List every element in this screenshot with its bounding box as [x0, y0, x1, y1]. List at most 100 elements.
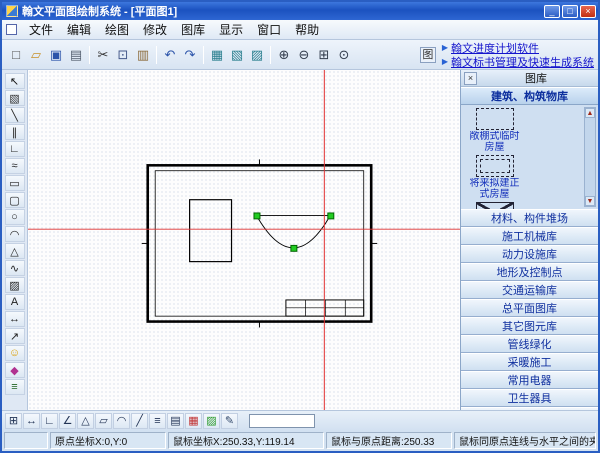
hatch-icon[interactable]: ▨	[5, 277, 25, 293]
library-item[interactable]: 将来拟建正式房屋	[465, 155, 524, 200]
frame-inner[interactable]	[155, 171, 364, 316]
library-category-button[interactable]: 常用电器	[461, 371, 598, 389]
link-bullet-icon: ▶	[442, 57, 448, 66]
rectangle-icon[interactable]: ▭	[5, 175, 25, 191]
save-icon[interactable]: ▣	[46, 45, 66, 64]
selection-handle[interactable]	[291, 245, 297, 251]
layers-icon[interactable]: ≡	[5, 379, 25, 395]
tile-horizontal-icon[interactable]: ▦	[207, 45, 227, 64]
menu-item[interactable]: 显示	[212, 20, 250, 39]
panel-toggle-icon[interactable]: ▱	[95, 413, 112, 429]
toolbar-separator	[203, 46, 204, 64]
osnap-icon[interactable]: △	[77, 413, 94, 429]
frame-outer[interactable]	[148, 165, 371, 321]
rounded-rect-icon[interactable]: ▢	[5, 192, 25, 208]
line-tool-icon[interactable]: ╱	[131, 413, 148, 429]
menu-item[interactable]: 图库	[174, 20, 212, 39]
new-icon[interactable]: □	[6, 45, 26, 64]
library-category-button[interactable]: 管线绿化	[461, 335, 598, 353]
scroll-up-icon[interactable]: ▲	[585, 108, 595, 118]
library-panel-title: 图库	[477, 70, 595, 86]
grid-snap-icon[interactable]: ⊞	[5, 413, 22, 429]
mark-green-icon[interactable]: ▨	[203, 413, 220, 429]
library-panel-toggle-button[interactable]: 图	[420, 47, 436, 63]
library-category-button[interactable]: 地形及控制点	[461, 263, 598, 281]
menu-item[interactable]: 修改	[136, 20, 174, 39]
library-categories: 材料、构件堆场施工机械库动力设施库地形及控制点交通运输库总平面图库其它图元库管线…	[461, 209, 598, 425]
menu-item[interactable]: 窗口	[250, 20, 288, 39]
pan-icon[interactable]: ↔	[23, 413, 40, 429]
cut-icon[interactable]: ✂	[93, 45, 113, 64]
paste-icon[interactable]: ▥	[133, 45, 153, 64]
figure-icon[interactable]: ☺	[5, 345, 25, 361]
library-category-button[interactable]: 材料、构件堆场	[461, 209, 598, 227]
selection-handle[interactable]	[254, 213, 260, 219]
library-category-button[interactable]: 交通运输库	[461, 281, 598, 299]
library-scrollbar[interactable]: ▲ ▼	[584, 107, 596, 207]
open-icon[interactable]: ▱	[26, 45, 46, 64]
coordinate-input[interactable]	[249, 414, 315, 428]
undo-icon[interactable]: ↶	[160, 45, 180, 64]
library-category-button[interactable]: 施工机械库	[461, 227, 598, 245]
tile-vertical-icon[interactable]: ▧	[227, 45, 247, 64]
spline-icon[interactable]: ∿	[5, 260, 25, 276]
library-category-button[interactable]: 其它图元库	[461, 317, 598, 335]
zoom-out-icon[interactable]: ⊖	[294, 45, 314, 64]
app-window: 翰文平面图绘制系统 - [平面图1] _ □ × 文件编辑绘图修改图库显示窗口帮…	[0, 0, 600, 453]
arc-shape[interactable]	[256, 215, 330, 247]
drawing-canvas[interactable]	[28, 70, 460, 410]
fill-color-icon[interactable]: ◆	[5, 362, 25, 378]
building-rect[interactable]	[190, 200, 232, 262]
ortho-icon[interactable]: ∟	[41, 413, 58, 429]
leader-icon[interactable]: ↗	[5, 328, 25, 344]
scroll-down-icon[interactable]: ▼	[585, 196, 595, 206]
library-panel: × 图库 建筑、构筑物库 敞棚式临时房屋将来拟建正式房屋密闭式临时房屋拟建正式房…	[460, 70, 598, 410]
restore-button[interactable]: □	[562, 5, 578, 18]
library-active-category[interactable]: 建筑、构筑物库	[461, 87, 598, 105]
zoom-extents-icon[interactable]: ⊙	[334, 45, 354, 64]
library-category-button[interactable]: 动力设施库	[461, 245, 598, 263]
menu-item[interactable]: 编辑	[60, 20, 98, 39]
polygon-icon[interactable]: △	[5, 243, 25, 259]
menu-item[interactable]: 绘图	[98, 20, 136, 39]
ellipse-icon[interactable]: ○	[5, 209, 25, 225]
library-item[interactable]: 敞棚式临时房屋	[465, 108, 524, 153]
library-category-button[interactable]: 总平面图库	[461, 299, 598, 317]
dimension-icon[interactable]: ↔	[5, 311, 25, 327]
line-icon[interactable]: ╲	[5, 107, 25, 123]
print-preview-icon[interactable]: ▤	[66, 45, 86, 64]
promo-link-row: ▶翰文标书管理及快速生成系统	[442, 55, 594, 68]
selection-handle[interactable]	[328, 213, 334, 219]
arc-tool-icon[interactable]: ◠	[113, 413, 130, 429]
table-view-icon[interactable]: ▤	[167, 413, 184, 429]
minimize-button[interactable]: _	[544, 5, 560, 18]
promo-link[interactable]: 翰文标书管理及快速生成系统	[451, 54, 594, 70]
panel-close-icon[interactable]: ×	[464, 72, 477, 85]
library-category-button[interactable]: 采暖施工	[461, 353, 598, 371]
menu-item[interactable]: 文件	[22, 20, 60, 39]
select-icon[interactable]: ↖	[5, 73, 25, 89]
cascade-windows-icon[interactable]: ▨	[247, 45, 267, 64]
close-button[interactable]: ×	[580, 5, 596, 18]
copy-icon[interactable]: ⊡	[113, 45, 133, 64]
zoom-in-icon[interactable]: ⊕	[274, 45, 294, 64]
menu-item[interactable]: 帮助	[288, 20, 326, 39]
list-view-icon[interactable]: ≡	[149, 413, 166, 429]
parallel-lines-icon[interactable]: ∥	[5, 124, 25, 140]
redo-icon[interactable]: ↷	[180, 45, 200, 64]
angle-snap-icon[interactable]: ∠	[59, 413, 76, 429]
node-edit-icon[interactable]: ▧	[5, 90, 25, 106]
arc-icon[interactable]: ◠	[5, 226, 25, 242]
wave-line-icon[interactable]: ≈	[5, 158, 25, 174]
angle-line-icon[interactable]: ∟	[5, 141, 25, 157]
mark-red-icon[interactable]: ▦	[185, 413, 202, 429]
library-category-button[interactable]: 卫生器具	[461, 389, 598, 407]
pencil-icon[interactable]: ✎	[221, 413, 238, 429]
status-segment: 原点坐标X:0,Y:0	[50, 432, 166, 449]
main-toolbar: □▱▣▤ ✂⊡▥ ↶↷ ▦▧▨ ⊕⊖⊞⊙ 图 ▶翰文进度计划软件▶翰文标书管理及快速生成…	[2, 40, 598, 70]
library-item[interactable]: 密闭式临时房屋	[465, 202, 524, 209]
toolbar-right: 图 ▶翰文进度计划软件▶翰文标书管理及快速生成系统	[420, 41, 594, 68]
zoom-window-icon[interactable]: ⊞	[314, 45, 334, 64]
title-bar: 翰文平面图绘制系统 - [平面图1] _ □ ×	[2, 2, 598, 20]
text-icon[interactable]: A	[5, 294, 25, 310]
